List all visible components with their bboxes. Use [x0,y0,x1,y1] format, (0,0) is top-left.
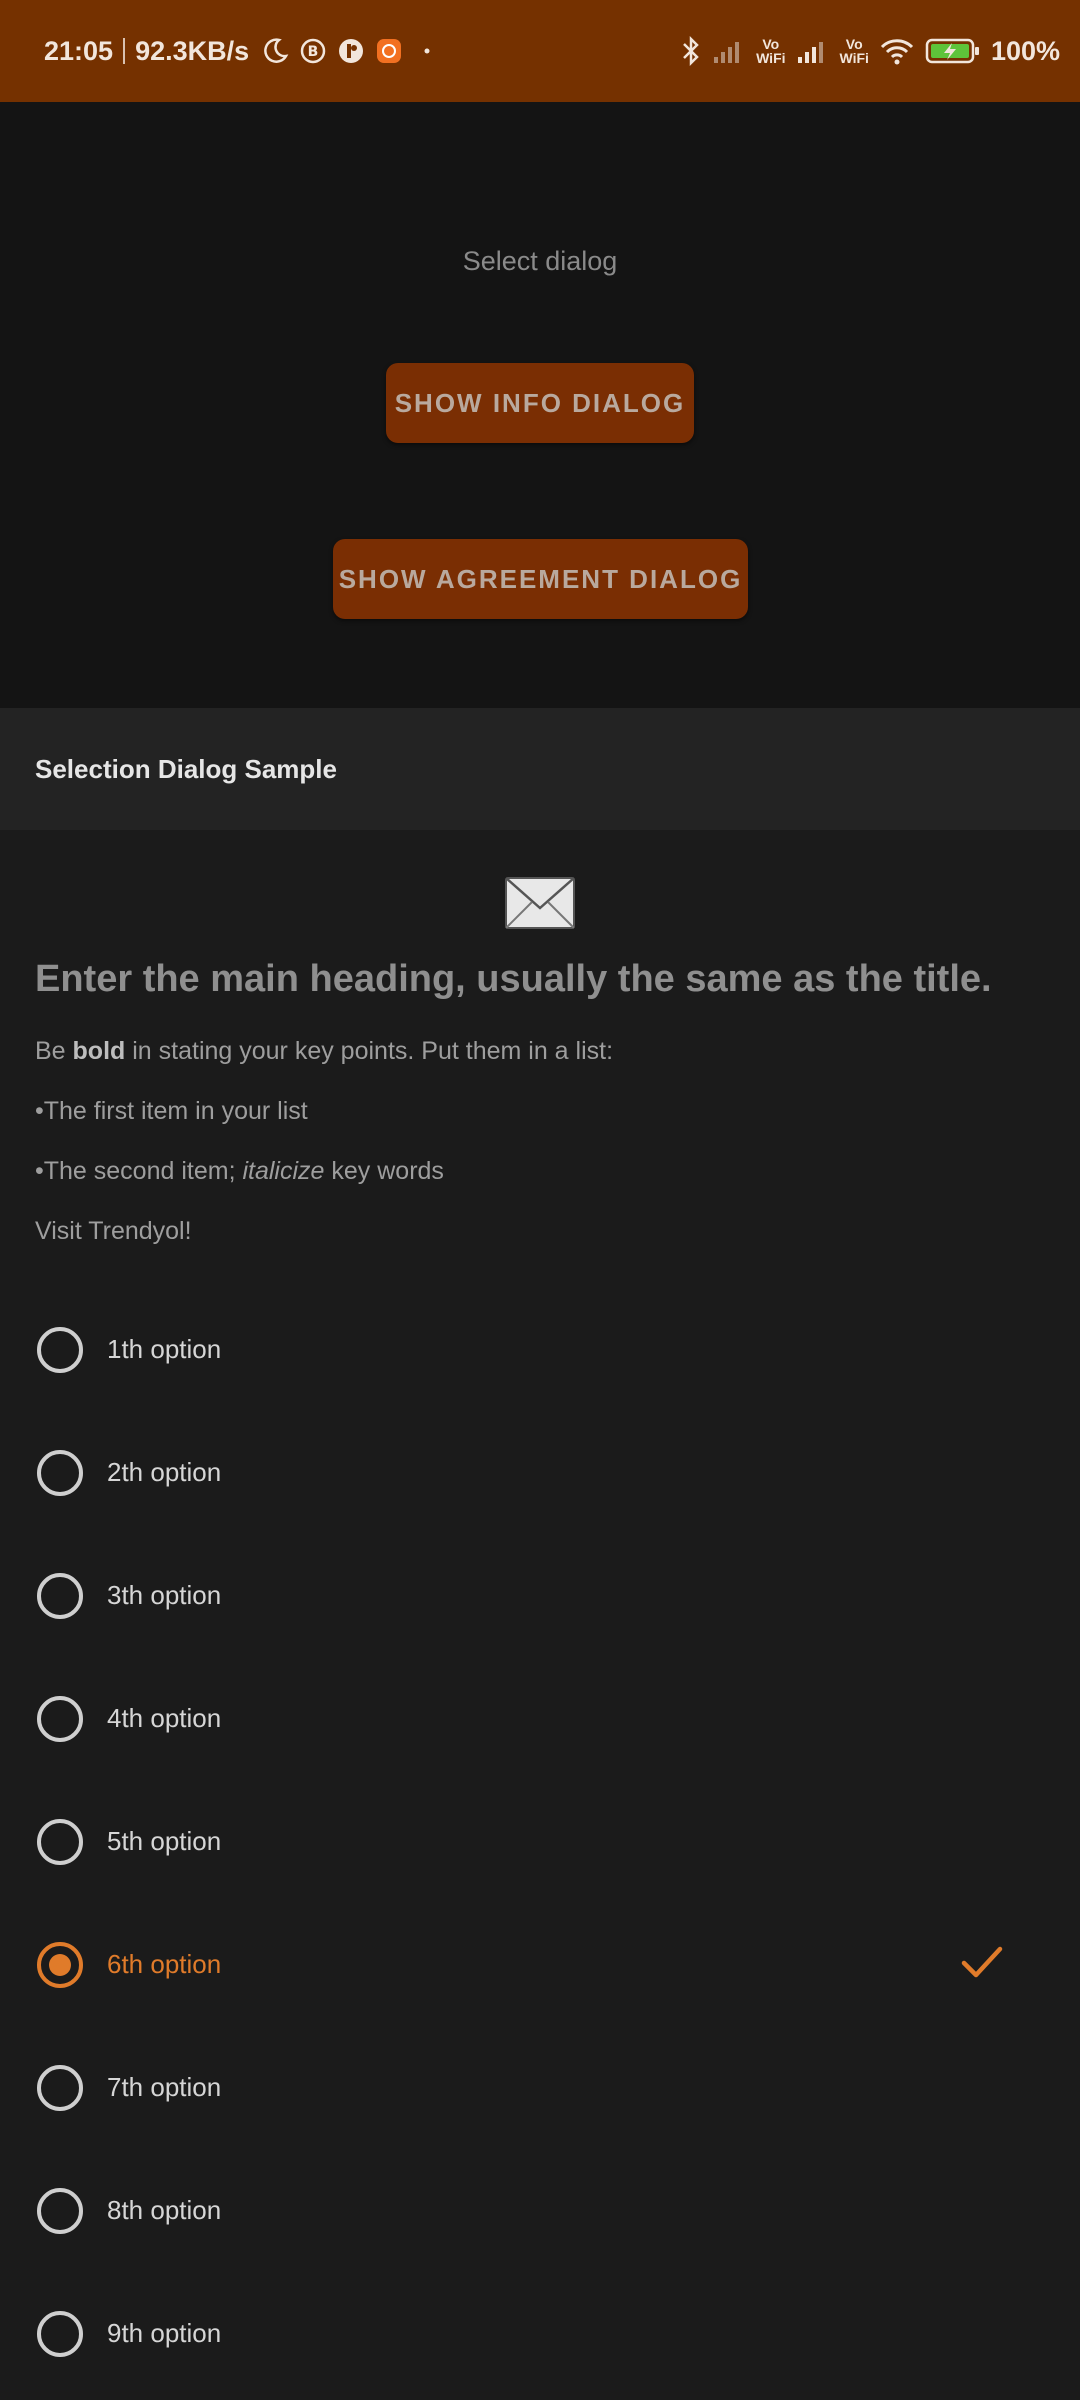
dialog-paragraph: Be bold in stating your key points. Put … [35,1037,614,1065]
status-right: Vo WiFi Vo WiFi 100% [680,35,1060,67]
option-row-5[interactable]: 5th option [0,1780,1080,1903]
option-label: 8th option [107,2195,222,2225]
italic-text: italicize [242,1157,325,1185]
show-info-dialog-button[interactable]: SHOW INFO DIALOG [386,363,694,443]
option-row-1[interactable]: 1th option [0,1288,1080,1411]
status-notification-icons: B [261,37,441,65]
option-label: 1th option [107,1334,222,1364]
b-circle-icon: B [299,37,327,65]
radio-button[interactable] [37,2310,83,2357]
list-item-2: •The second item; italicize key words [35,1157,444,1185]
radio-button[interactable] [37,1695,83,1742]
list-item-1: •The first item in your list [35,1097,308,1125]
selection-dialog: Enter the main heading, usually the same… [0,830,1080,2400]
option-row-4[interactable]: 4th option [0,1657,1080,1780]
vo-wifi-label-2: Vo WiFi [839,36,869,66]
option-row-7[interactable]: 7th option [0,2026,1080,2149]
mail-icon [504,876,576,935]
status-bar: 21:05 92.3KB/s B Vo WiFi Vo WiFi 100% [0,0,1080,102]
option-row-2[interactable]: 2th option [0,1411,1080,1534]
network-speed: 92.3KB/s [135,35,250,66]
status-separator [123,38,126,64]
option-row-9[interactable]: 9th option [0,2272,1080,2395]
option-label: 4th option [107,1703,222,1733]
option-label: 9th option [107,2318,222,2348]
svg-text:B: B [308,44,319,60]
options-list: 1th option 2th option 3th option 4th option… [0,1288,1080,2395]
option-label: 7th option [107,2072,222,2102]
option-row-6[interactable]: 6th option [0,1903,1080,2026]
status-left: 21:05 92.3KB/s B [44,36,441,67]
radio-button[interactable] [37,2187,83,2234]
dot-icon [413,37,441,65]
bold-text: bold [72,1037,126,1065]
option-row-8[interactable]: 8th option [0,2149,1080,2272]
signal-icon [712,37,746,65]
radio-button[interactable] [37,2064,83,2111]
option-label: 3th option [107,1580,222,1610]
radio-selected-dot [49,1953,71,1976]
signal-icon-2 [796,37,830,65]
option-row-3[interactable]: 3th option [0,1534,1080,1657]
radio-button[interactable] [37,1818,83,1865]
dialog-heading: Enter the main heading, usually the same… [35,958,992,1000]
radio-button[interactable] [37,1326,83,1373]
radio-button[interactable] [37,1941,83,1988]
bluetooth-icon [680,35,702,67]
check-icon [960,1943,1004,1988]
p-circle-icon [337,37,365,65]
option-label: 6th option [107,1949,222,1979]
battery-icon [925,36,981,66]
show-agreement-dialog-button[interactable]: SHOW AGREEMENT DIALOG [333,539,748,619]
page-title: Select dialog [462,246,618,276]
status-time: 21:05 [44,35,114,66]
dialog-title: Selection Dialog Sample [0,708,1080,830]
radio-button[interactable] [37,1449,83,1496]
visit-link[interactable]: Visit Trendyol! [35,1217,192,1246]
option-label: 2th option [107,1457,222,1487]
wifi-icon [879,36,915,66]
radio-button[interactable] [37,1572,83,1619]
option-label: 5th option [107,1826,222,1856]
vo-wifi-label: Vo WiFi [756,36,786,66]
moon-icon [261,37,289,65]
app-notification-icon [375,37,403,65]
main-screen: Select dialog SHOW INFO DIALOG SHOW AGRE… [0,102,1080,708]
battery-percent: 100% [990,35,1060,66]
